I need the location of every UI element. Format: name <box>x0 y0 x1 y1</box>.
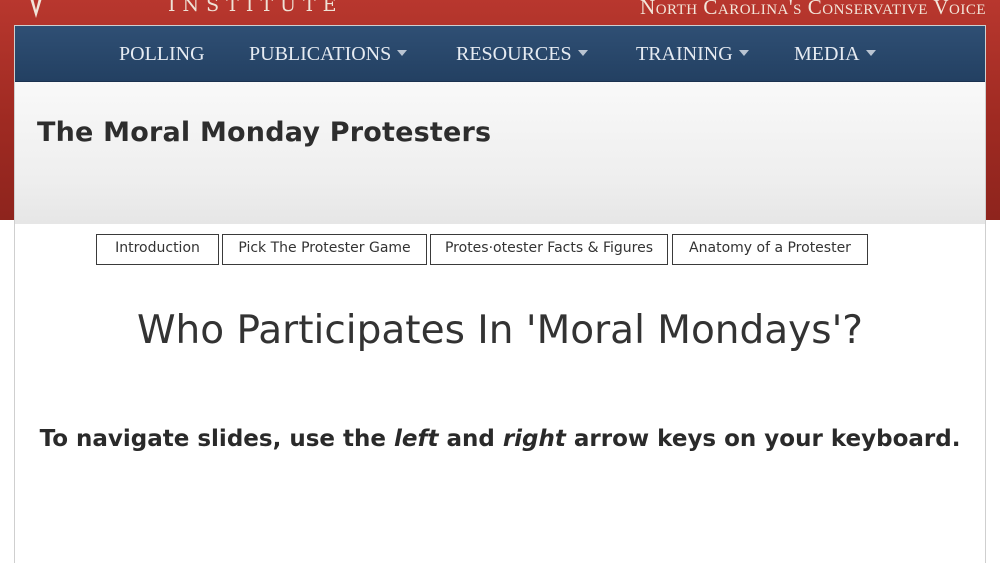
nav-item-training[interactable]: TRAINING <box>636 43 749 69</box>
page-title: The Moral Monday Protesters <box>37 117 492 148</box>
tab-facts-and-figures[interactable]: Protes·otester Facts & Figures <box>430 234 668 265</box>
chevron-down-icon <box>738 50 749 56</box>
chevron-down-icon <box>577 50 588 56</box>
nav-label: RESOURCES <box>456 43 572 65</box>
instructions-text: To navigate slides, use the <box>39 426 394 452</box>
chevron-down-icon <box>397 50 408 56</box>
nav-label: MEDIA <box>794 43 860 65</box>
instructions-left: left <box>393 426 439 452</box>
navigation-instructions: To navigate slides, use the left and rig… <box>15 426 985 452</box>
slide-heading: Who Participates In 'Moral Mondays'? <box>136 308 863 353</box>
nav-label: POLLING <box>119 43 205 65</box>
nav-label: PUBLICATIONS <box>249 43 392 65</box>
org-name: INSTITUTE <box>168 0 344 16</box>
logo-icon <box>30 0 42 18</box>
tab-pick-the-protester-game[interactable]: Pick The Protester Game <box>222 234 427 265</box>
tab-anatomy-of-a-protester[interactable]: Anatomy of a Protester <box>672 234 868 265</box>
tab-introduction[interactable]: Introduction <box>96 234 219 265</box>
nav-item-polling[interactable]: POLLING <box>119 43 205 69</box>
page-sheet: POLLING PUBLICATIONS RESOURCES TRAINING … <box>14 25 986 563</box>
nav-item-resources[interactable]: RESOURCES <box>456 43 588 69</box>
nav-item-publications[interactable]: PUBLICATIONS <box>249 43 408 69</box>
instructions-text: and <box>438 426 503 452</box>
nav-item-media[interactable]: MEDIA <box>794 43 876 69</box>
title-panel: The Moral Monday Protesters <box>15 82 985 224</box>
nav-label: TRAINING <box>636 43 733 65</box>
chevron-down-icon <box>865 50 876 56</box>
instructions-text: arrow keys on your keyboard. <box>565 426 961 452</box>
instructions-right: right <box>502 426 566 452</box>
main-navigation: POLLING PUBLICATIONS RESOURCES TRAINING … <box>15 26 985 82</box>
site-tagline: North Carolina's Conservative Voice <box>640 0 986 19</box>
